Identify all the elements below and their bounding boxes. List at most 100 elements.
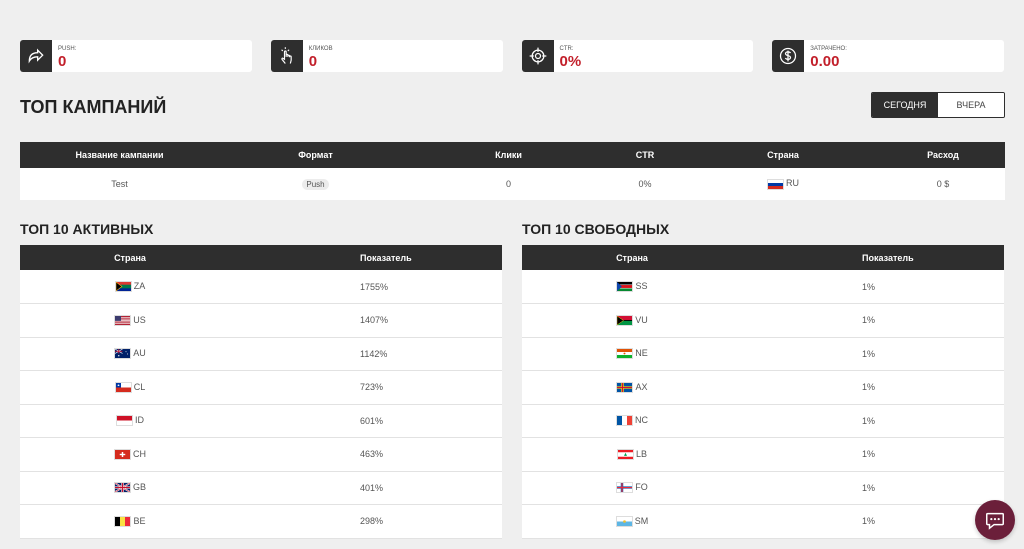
country-code: SM <box>634 515 649 526</box>
stat-ctr: CTR: 0% <box>521 40 754 72</box>
table-row: GB 401% <box>20 471 502 505</box>
rate-value: 1% <box>742 370 1004 405</box>
stat-value: 0.00 <box>810 53 840 70</box>
country-code: AU <box>133 348 146 359</box>
country-code: VU <box>635 314 648 325</box>
table-header-row: Страна Показатель <box>522 245 1004 270</box>
stat-value: 0 <box>58 53 67 70</box>
top-active-table: Страна Показатель ZA 1755% US 1407% AU 1… <box>20 245 502 539</box>
table-row: VU 1% <box>522 303 1004 338</box>
country-code: FO <box>635 482 648 493</box>
share-arrow-icon <box>20 40 52 72</box>
column-header[interactable]: Страна <box>685 142 881 168</box>
range-yesterday-button[interactable]: ВЧЕРА <box>938 93 1004 117</box>
flag-sm-icon <box>615 515 633 527</box>
country-code: GB <box>132 482 146 493</box>
table-row: AX 1% <box>522 370 1004 405</box>
stat-clicks: КЛИКОВ 0 <box>270 40 503 72</box>
campaign-ctr: 0% <box>605 168 685 200</box>
campaign-spend: 0 $ <box>881 168 1005 200</box>
rate-value: 1% <box>742 471 1004 505</box>
country-code: ID <box>135 415 144 426</box>
table-row: AU 1142% <box>20 337 502 371</box>
campaign-clicks: 0 <box>412 168 605 200</box>
flag-ss-icon <box>616 281 634 293</box>
table-header-row: Страна Показатель <box>20 245 502 270</box>
country-code: CL <box>133 381 146 392</box>
flag-fo-icon <box>616 482 634 494</box>
range-today-button[interactable]: СЕГОДНЯ <box>872 93 938 117</box>
country-code: CH <box>133 448 146 459</box>
format-badge: Push <box>302 178 329 190</box>
table-row: ID 601% <box>20 404 502 438</box>
rate-value: 1% <box>742 303 1004 338</box>
rate-value: 723% <box>240 370 502 405</box>
flag-ch-icon <box>114 448 131 460</box>
stat-label: КЛИКОВ <box>308 46 333 52</box>
country-code: NE <box>635 348 648 359</box>
top-free-title: ТОП 10 СВОБОДНЫХ <box>522 221 670 237</box>
rate-value: 1142% <box>240 337 502 371</box>
flag-ne-icon <box>616 348 634 360</box>
rate-value: 1755% <box>240 270 502 304</box>
table-row: SM 1% <box>522 504 1004 539</box>
table-row: LB 1% <box>522 437 1004 472</box>
campaigns-table: Название кампании Формат Клики CTR Стран… <box>20 142 1005 200</box>
column-header[interactable]: Расход <box>881 142 1005 168</box>
country-code: AX <box>635 381 648 392</box>
rate-value: 298% <box>240 504 502 539</box>
column-header[interactable]: CTR <box>605 142 685 168</box>
chat-button[interactable] <box>975 500 1015 540</box>
rate-value: 401% <box>240 471 502 505</box>
page-title: ТОП КАМПАНИЙ <box>20 97 167 117</box>
flag-vu-icon <box>616 314 634 326</box>
column-header[interactable]: Страна <box>20 245 240 270</box>
rate-value: 1% <box>742 437 1004 472</box>
rate-value: 1% <box>742 270 1004 304</box>
stat-label: CTR: <box>559 46 574 52</box>
country-code: ZA <box>133 280 146 291</box>
column-header[interactable]: Формат <box>219 142 412 168</box>
table-row[interactable]: Test Push 0 0% RU 0 $ <box>20 168 1005 200</box>
rate-value: 1% <box>742 504 1004 539</box>
country-code: NC <box>635 415 648 426</box>
country-code: US <box>133 314 146 325</box>
column-header[interactable]: Страна <box>522 245 742 270</box>
stat-label: ЗАТРАЧЕНО: <box>810 46 847 52</box>
table-row: CL 723% <box>20 370 502 405</box>
country-code: SS <box>635 280 648 291</box>
flag-nc-icon <box>616 415 633 427</box>
flag-cl-icon <box>114 381 132 393</box>
column-header[interactable]: Показатель <box>240 245 502 270</box>
target-icon <box>521 40 554 72</box>
stat-push: PUSH: 0 <box>20 40 252 72</box>
table-row: NC 1% <box>522 404 1004 438</box>
flag-id-icon <box>116 415 133 427</box>
stat-value: 0% <box>559 53 582 70</box>
country-code: LB <box>635 448 647 459</box>
flag-za-icon <box>114 281 132 293</box>
stats-bar: PUSH: 0 КЛИКОВ 0 CTR: 0% ЗАТРАЧЕНО: 0.00 <box>20 40 1004 72</box>
flag-ax-icon <box>616 381 634 393</box>
stat-spent: ЗАТРАЧЕНО: 0.00 <box>772 40 1004 72</box>
column-header[interactable]: Название кампании <box>20 142 219 168</box>
top-active-title: ТОП 10 АКТИВНЫХ <box>20 221 154 237</box>
column-header[interactable]: Клики <box>412 142 605 168</box>
table-header-row: Название кампании Формат Клики CTR Стран… <box>20 142 1005 168</box>
top-free-table: Страна Показатель SS 1% VU 1% NE 1% AX 1… <box>522 245 1004 539</box>
table-row: FO 1% <box>522 471 1004 505</box>
rate-value: 601% <box>240 404 502 438</box>
column-header[interactable]: Показатель <box>742 245 1004 270</box>
rate-value: 1% <box>742 337 1004 371</box>
stat-value: 0 <box>308 53 318 70</box>
flag-gb-icon <box>113 482 131 494</box>
country-code: BE <box>133 515 146 526</box>
flag-be-icon <box>114 515 132 527</box>
dollar-coin-icon <box>772 40 805 72</box>
rate-value: 1% <box>742 404 1004 438</box>
campaign-name[interactable]: Test <box>20 168 219 200</box>
table-row: CH 463% <box>20 437 502 472</box>
table-row: NE 1% <box>522 337 1004 371</box>
table-row: BE 298% <box>20 504 502 539</box>
rate-value: 1407% <box>240 303 502 338</box>
